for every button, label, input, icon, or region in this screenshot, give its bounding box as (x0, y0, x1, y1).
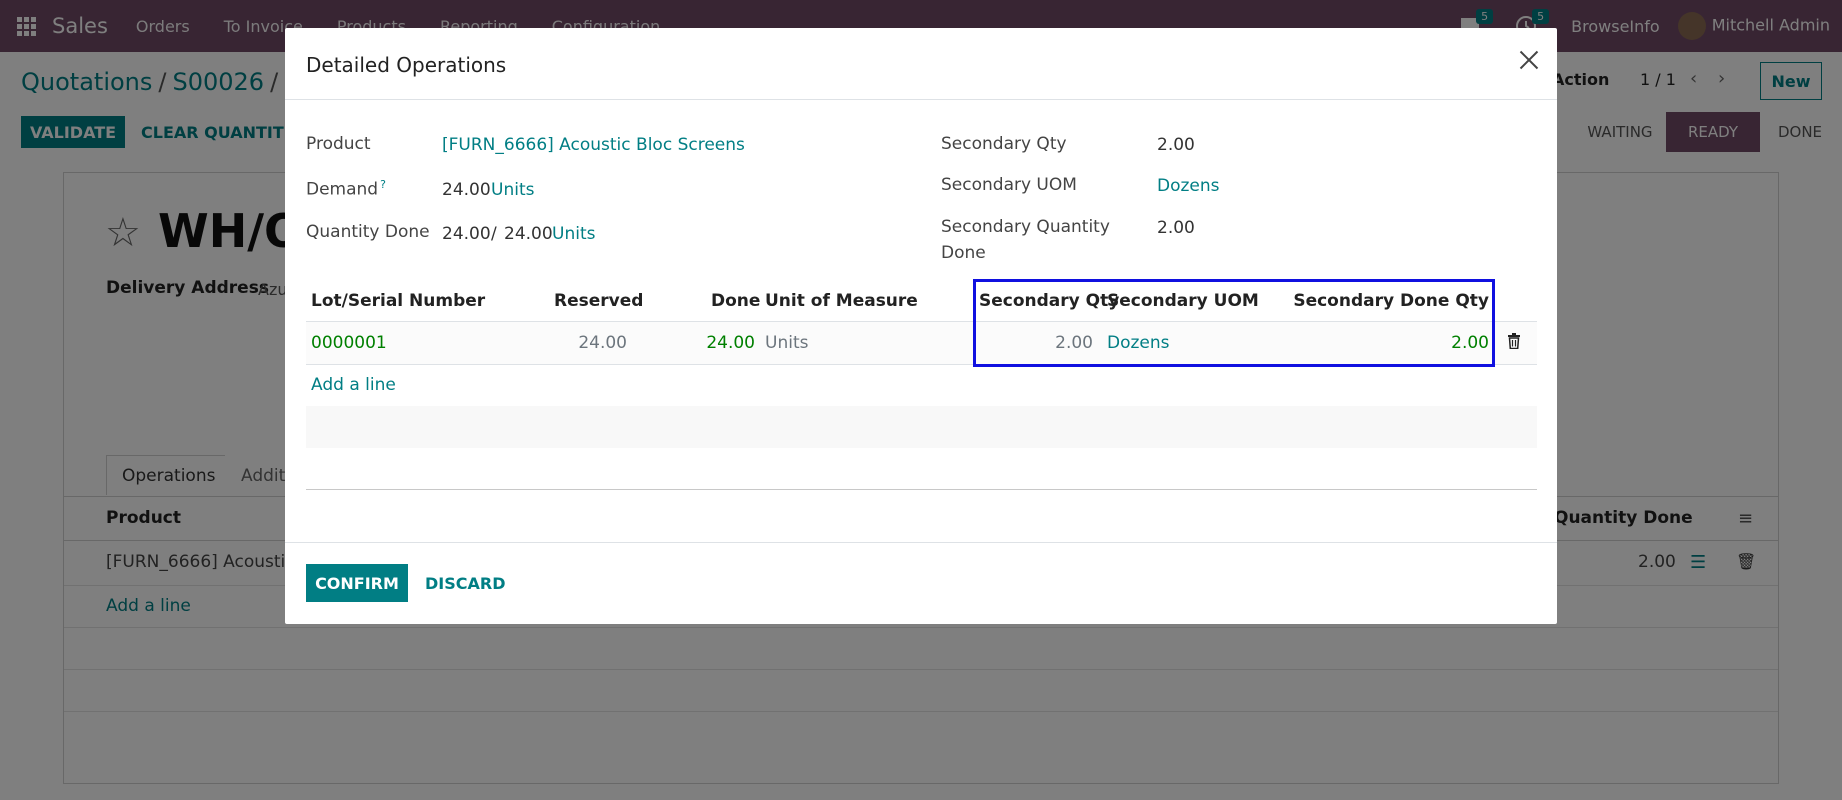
demand-help-icon[interactable]: ? (380, 178, 386, 191)
empty-row (306, 406, 1537, 448)
trash-icon[interactable] (1507, 333, 1521, 349)
secondary-uom-label: Secondary UOM (941, 175, 1077, 195)
close-icon[interactable] (1516, 48, 1542, 74)
secondary-qty-label: Secondary Qty (941, 134, 1067, 154)
column-unit-of-measure[interactable]: Unit of Measure (765, 291, 918, 311)
column-reserved[interactable]: Reserved (554, 291, 643, 311)
secondary-columns-highlight-box (973, 279, 1495, 367)
detailed-operations-dialog: Detailed Operations Product [FURN_6666] … (285, 28, 1557, 624)
secondary-quantity-done-label: Secondary Quantity (941, 217, 1110, 237)
column-lot-serial[interactable]: Lot/Serial Number (311, 291, 485, 311)
quantity-done-uom[interactable]: Units (552, 224, 595, 244)
secondary-uom-value[interactable]: Dozens (1157, 176, 1220, 196)
demand-label: Demand? (306, 178, 386, 200)
quantity-done-separator: / (491, 224, 497, 244)
row-unit-of-measure: Units (765, 333, 809, 353)
column-done[interactable]: Done (711, 291, 760, 311)
product-label: Product (306, 134, 371, 154)
confirm-button[interactable]: CONFIRM (306, 564, 408, 602)
secondary-quantity-done-value: 2.00 (1157, 218, 1195, 238)
modal-title: Detailed Operations (306, 53, 507, 77)
add-a-line-link[interactable]: Add a line (311, 375, 396, 395)
demand-value: 24.00 (442, 180, 491, 200)
row-lot-serial[interactable]: 0000001 (311, 333, 387, 353)
row-reserved: 24.00 (578, 333, 627, 353)
demand-uom[interactable]: Units (491, 180, 534, 200)
modal-header: Detailed Operations (285, 28, 1557, 100)
discard-button[interactable]: DISCARD (425, 574, 505, 593)
row-done[interactable]: 24.00 (705, 333, 755, 353)
secondary-quantity-done-label-line2: Done (941, 243, 986, 263)
table-footer-divider (306, 489, 1537, 490)
quantity-done-label: Quantity Done (306, 222, 430, 242)
quantity-done-value: 24.00 (442, 224, 491, 244)
product-value[interactable]: [FURN_6666] Acoustic Bloc Screens (442, 135, 745, 155)
secondary-qty-value: 2.00 (1157, 135, 1195, 155)
quantity-done-total: 24.00 (504, 224, 553, 244)
